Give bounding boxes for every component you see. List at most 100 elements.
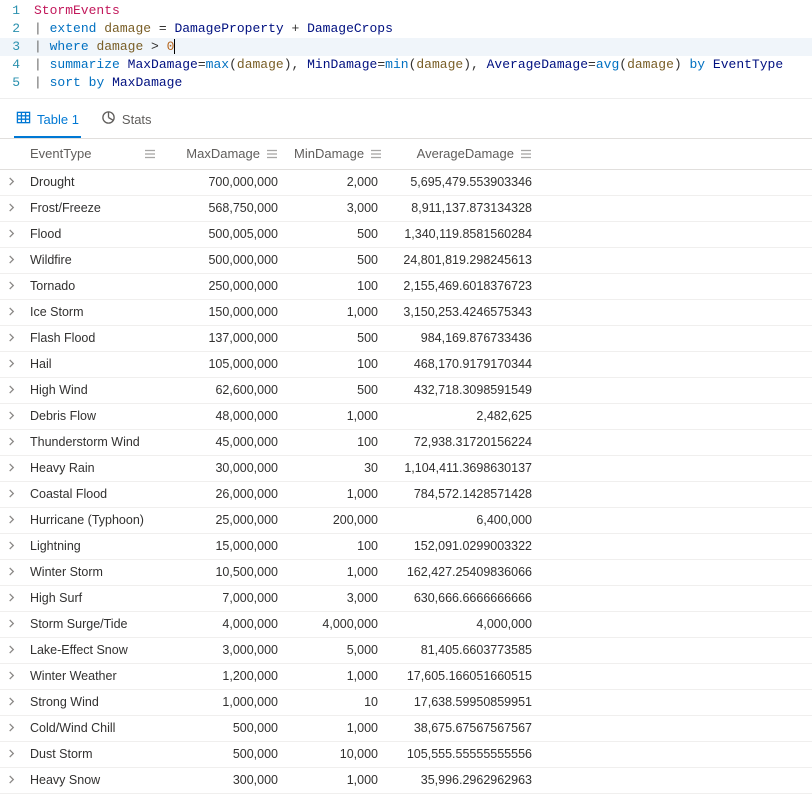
cell-maxdamage: 7,000,000	[164, 585, 286, 611]
header-mindamage[interactable]: MinDamage	[286, 139, 386, 169]
header-eventtype[interactable]: EventType	[22, 139, 164, 169]
table-row[interactable]: Dust Storm500,00010,000105,555.555555555…	[0, 741, 812, 767]
expand-row-icon[interactable]	[0, 247, 22, 273]
table-header-row: EventType MaxDamage MinDamage	[0, 139, 812, 169]
tab-table[interactable]: Table 1	[14, 104, 81, 138]
table-row[interactable]: Cold/Wind Chill500,0001,00038,675.675675…	[0, 715, 812, 741]
code-content[interactable]: | sort by MaxDamage	[34, 74, 812, 92]
cell-mindamage: 500	[286, 247, 386, 273]
cell-maxdamage: 30,000,000	[164, 455, 286, 481]
cell-eventtype: Lake-Effect Snow	[22, 637, 164, 663]
code-line[interactable]: 3| where damage > 0	[0, 38, 812, 56]
results-table: EventType MaxDamage MinDamage	[0, 139, 812, 794]
cell-maxdamage: 500,000,000	[164, 247, 286, 273]
cell-maxdamage: 48,000,000	[164, 403, 286, 429]
expand-row-icon[interactable]	[0, 169, 22, 195]
code-content[interactable]: StormEvents	[34, 2, 812, 20]
table-row[interactable]: Flood500,005,0005001,340,119.8581560284	[0, 221, 812, 247]
expand-row-icon[interactable]	[0, 741, 22, 767]
expand-row-icon[interactable]	[0, 637, 22, 663]
table-row[interactable]: Tornado250,000,0001002,155,469.601837672…	[0, 273, 812, 299]
table-row[interactable]: Flash Flood137,000,000500984,169.8767334…	[0, 325, 812, 351]
expand-row-icon[interactable]	[0, 351, 22, 377]
code-line[interactable]: 1StormEvents	[0, 2, 812, 20]
header-maxdamage[interactable]: MaxDamage	[164, 139, 286, 169]
expand-row-icon[interactable]	[0, 299, 22, 325]
cell-mindamage: 100	[286, 533, 386, 559]
cell-maxdamage: 4,000,000	[164, 611, 286, 637]
cell-avgdamage: 784,572.1428571428	[386, 481, 540, 507]
cell-mindamage: 5,000	[286, 637, 386, 663]
expand-row-icon[interactable]	[0, 429, 22, 455]
expand-row-icon[interactable]	[0, 481, 22, 507]
cell-mindamage: 1,000	[286, 715, 386, 741]
cell-mindamage: 3,000	[286, 585, 386, 611]
cell-avgdamage: 81,405.6603773585	[386, 637, 540, 663]
expand-row-icon[interactable]	[0, 377, 22, 403]
expand-row-icon[interactable]	[0, 611, 22, 637]
cell-eventtype: Frost/Freeze	[22, 195, 164, 221]
code-line[interactable]: 2| extend damage = DamageProperty + Dama…	[0, 20, 812, 38]
expand-row-icon[interactable]	[0, 767, 22, 793]
cell-eventtype: Flash Flood	[22, 325, 164, 351]
header-avgdamage[interactable]: AverageDamage	[386, 139, 540, 169]
table-row[interactable]: Frost/Freeze568,750,0003,0008,911,137.87…	[0, 195, 812, 221]
table-row[interactable]: Coastal Flood26,000,0001,000784,572.1428…	[0, 481, 812, 507]
cell-maxdamage: 250,000,000	[164, 273, 286, 299]
tab-stats[interactable]: Stats	[99, 104, 154, 138]
code-content[interactable]: | summarize MaxDamage=max(damage), MinDa…	[34, 56, 812, 74]
cell-avgdamage: 468,170.9179170344	[386, 351, 540, 377]
expand-row-icon[interactable]	[0, 325, 22, 351]
expand-row-icon[interactable]	[0, 663, 22, 689]
cell-eventtype: Lightning	[22, 533, 164, 559]
expand-row-icon[interactable]	[0, 455, 22, 481]
table-row[interactable]: Lightning15,000,000100152,091.0299003322	[0, 533, 812, 559]
table-row[interactable]: Storm Surge/Tide4,000,0004,000,0004,000,…	[0, 611, 812, 637]
code-line[interactable]: 4| summarize MaxDamage=max(damage), MinD…	[0, 56, 812, 74]
table-row[interactable]: High Surf7,000,0003,000630,666.666666666…	[0, 585, 812, 611]
table-row[interactable]: Winter Storm10,500,0001,000162,427.25409…	[0, 559, 812, 585]
table-row[interactable]: Ice Storm150,000,0001,0003,150,253.42465…	[0, 299, 812, 325]
cell-maxdamage: 500,000	[164, 741, 286, 767]
cell-eventtype: High Surf	[22, 585, 164, 611]
table-row[interactable]: Hail105,000,000100468,170.9179170344	[0, 351, 812, 377]
expand-row-icon[interactable]	[0, 403, 22, 429]
table-row[interactable]: Strong Wind1,000,0001017,638.59950859951	[0, 689, 812, 715]
table-row[interactable]: Heavy Rain30,000,000301,104,411.36986301…	[0, 455, 812, 481]
expand-row-icon[interactable]	[0, 715, 22, 741]
table-row[interactable]: Wildfire500,000,00050024,801,819.2982456…	[0, 247, 812, 273]
code-content[interactable]: | extend damage = DamageProperty + Damag…	[34, 20, 812, 38]
expand-row-icon[interactable]	[0, 221, 22, 247]
table-row[interactable]: Heavy Snow300,0001,00035,996.2962962963	[0, 767, 812, 793]
header-avgdamage-label: AverageDamage	[394, 146, 514, 161]
code-content[interactable]: | where damage > 0	[34, 38, 812, 56]
cell-mindamage: 100	[286, 273, 386, 299]
text-cursor	[174, 39, 175, 54]
expand-row-icon[interactable]	[0, 507, 22, 533]
table-row[interactable]: High Wind62,600,000500432,718.3098591549	[0, 377, 812, 403]
expand-row-icon[interactable]	[0, 533, 22, 559]
table-row[interactable]: Lake-Effect Snow3,000,0005,00081,405.660…	[0, 637, 812, 663]
query-editor[interactable]: 1StormEvents2| extend damage = DamagePro…	[0, 0, 812, 99]
header-expand	[0, 139, 22, 169]
cell-eventtype: Winter Storm	[22, 559, 164, 585]
cell-avgdamage: 3,150,253.4246575343	[386, 299, 540, 325]
column-menu-icon[interactable]	[520, 148, 532, 160]
code-line[interactable]: 5| sort by MaxDamage	[0, 74, 812, 92]
column-menu-icon[interactable]	[370, 148, 382, 160]
cell-maxdamage: 10,500,000	[164, 559, 286, 585]
expand-row-icon[interactable]	[0, 585, 22, 611]
expand-row-icon[interactable]	[0, 195, 22, 221]
column-menu-icon[interactable]	[144, 148, 156, 160]
cell-avgdamage: 35,996.2962962963	[386, 767, 540, 793]
column-menu-icon[interactable]	[266, 148, 278, 160]
expand-row-icon[interactable]	[0, 689, 22, 715]
table-row[interactable]: Debris Flow48,000,0001,0002,482,625	[0, 403, 812, 429]
expand-row-icon[interactable]	[0, 273, 22, 299]
table-row[interactable]: Drought700,000,0002,0005,695,479.5539033…	[0, 169, 812, 195]
expand-row-icon[interactable]	[0, 559, 22, 585]
cell-maxdamage: 3,000,000	[164, 637, 286, 663]
table-row[interactable]: Thunderstorm Wind45,000,00010072,938.317…	[0, 429, 812, 455]
table-row[interactable]: Winter Weather1,200,0001,00017,605.16605…	[0, 663, 812, 689]
table-row[interactable]: Hurricane (Typhoon)25,000,000200,0006,40…	[0, 507, 812, 533]
